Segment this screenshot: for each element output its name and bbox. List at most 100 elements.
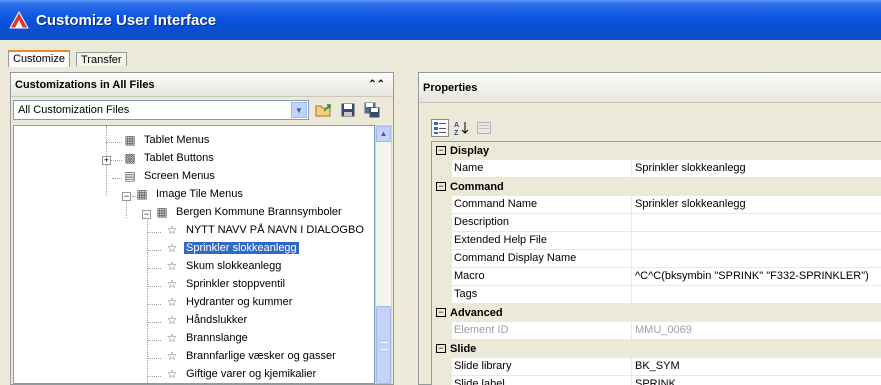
category-display[interactable]: − Display: [432, 142, 881, 160]
property-value[interactable]: Sprinkler slokkeanlegg: [632, 160, 881, 178]
star-icon: ☆: [166, 259, 178, 273]
property-name: Extended Help File: [452, 232, 632, 250]
tree-scrollbar[interactable]: ▲: [375, 125, 392, 384]
property-row-description[interactable]: Description: [432, 214, 881, 232]
property-name: Element ID: [452, 322, 632, 340]
expand-tablet-buttons-icon[interactable]: +: [102, 156, 111, 165]
property-row-name[interactable]: Name Sprinkler slokkeanlegg: [432, 160, 881, 178]
customizations-header-label: Customizations in All Files: [15, 78, 155, 91]
scroll-thumb[interactable]: [376, 306, 391, 384]
property-value[interactable]: [632, 250, 881, 268]
tree-item-image-tile[interactable]: ☆ Håndslukker: [164, 311, 249, 329]
property-row-slide-label[interactable]: Slide label SPRINK: [432, 376, 881, 385]
tree-item-image-tile[interactable]: ☆ Skum slokkeanlegg: [164, 257, 283, 275]
property-value[interactable]: ^C^C(bksymbin "SPRINK" "F332-SPRINKLER"): [632, 268, 881, 286]
property-row-macro[interactable]: Macro ^C^C(bksymbin "SPRINK" "F332-SPRINK…: [432, 268, 881, 286]
property-value[interactable]: [632, 214, 881, 232]
property-name: Slide library: [452, 358, 632, 376]
main-tabs: Customize Transfer: [0, 40, 881, 67]
properties-toolbar: AZ: [431, 117, 493, 139]
tab-customize[interactable]: Customize: [8, 50, 70, 67]
property-row-element-id: Element ID MMU_0069: [432, 322, 881, 340]
property-name: Command Display Name: [452, 250, 632, 268]
collapse-category-icon[interactable]: −: [436, 182, 446, 191]
tree-item-image-tile[interactable]: ☆ Sprinkler slokkeanlegg: [164, 239, 299, 257]
property-value[interactable]: SPRINK: [632, 376, 881, 385]
category-slide[interactable]: − Slide: [432, 340, 881, 358]
svg-text:A: A: [454, 122, 459, 129]
tree-item-image-tile[interactable]: ☆ Brannfarlige væsker og gasser: [164, 347, 338, 365]
collapse-category-icon[interactable]: −: [436, 344, 446, 353]
panel-splitter[interactable]: [398, 72, 414, 385]
property-row-command-name[interactable]: Command Name Sprinkler slokkeanlegg: [432, 196, 881, 214]
category-label: Slide: [450, 343, 477, 355]
customization-tree[interactable]: + − − ▦ Tablet Menus ▩ Tablet Buttons ▤ Scr…: [13, 125, 375, 384]
category-label: Advanced: [450, 307, 503, 319]
customization-files-dropdown[interactable]: All Customization Files ▼: [13, 100, 309, 120]
star-icon: ☆: [166, 241, 178, 255]
star-icon: ☆: [166, 313, 178, 327]
tree-item-bergen-brannsymboler[interactable]: ▦ Bergen Kommune Brannsymboler: [154, 203, 344, 221]
properties-panel: Properties AZ − Display Name Sprinkler sl…: [418, 72, 881, 385]
property-row-slide-library[interactable]: Slide library BK_SYM: [432, 358, 881, 376]
autocad-app-icon: [9, 10, 29, 29]
tree-item-tablet-menus[interactable]: ▦ Tablet Menus: [122, 131, 211, 149]
customizations-panel: Customizations in All Files ⌃⌃ All Custo…: [10, 72, 394, 385]
property-value[interactable]: Sprinkler slokkeanlegg: [632, 196, 881, 214]
tab-transfer[interactable]: Transfer: [76, 52, 127, 66]
tree-item-screen-menus[interactable]: ▤ Screen Menus: [122, 167, 217, 185]
title-bar: Customize User Interface: [0, 0, 881, 40]
property-name: Tags: [452, 286, 632, 304]
tree-item-image-tile[interactable]: ☆ Brannslange: [164, 329, 250, 347]
star-icon: ☆: [166, 295, 178, 309]
property-name: Command Name: [452, 196, 632, 214]
property-name: Description: [452, 214, 632, 232]
tree-item-image-tile[interactable]: ☆ Sprinkler stoppventil: [164, 275, 287, 293]
property-name: Macro: [452, 268, 632, 286]
tree-item-tablet-buttons[interactable]: ▩ Tablet Buttons: [122, 149, 216, 167]
star-icon: ☆: [166, 349, 178, 363]
categorized-icon[interactable]: [431, 119, 449, 137]
category-label: Command: [450, 181, 504, 193]
svg-text:Z: Z: [454, 130, 459, 136]
screen-menu-icon: ▤: [124, 169, 136, 183]
image-tile-icon: ▦: [156, 205, 168, 219]
property-name: Slide label: [452, 376, 632, 385]
property-value[interactable]: BK_SYM: [632, 358, 881, 376]
property-row-extended-help-file[interactable]: Extended Help File: [432, 232, 881, 250]
property-pages-icon[interactable]: [475, 119, 493, 137]
tree-item-image-tile-menus[interactable]: ▦ Image Tile Menus: [134, 185, 245, 203]
star-icon: ☆: [166, 367, 178, 381]
star-icon: ☆: [166, 223, 178, 237]
tree-item-image-tile[interactable]: ☆ Giftige varer og kjemikalier: [164, 365, 318, 383]
property-name: Name: [452, 160, 632, 178]
save-as-icon[interactable]: [363, 101, 381, 119]
customization-files-value: All Customization Files: [18, 104, 130, 116]
collapse-category-icon[interactable]: −: [436, 308, 446, 317]
alphabetical-sort-icon[interactable]: AZ: [453, 119, 471, 137]
collapse-panel-icon[interactable]: ⌃⌃: [368, 79, 385, 90]
property-value[interactable]: [632, 286, 881, 304]
tablet-buttons-icon: ▩: [124, 151, 136, 165]
collapse-bergen-icon[interactable]: −: [142, 210, 151, 219]
category-advanced[interactable]: − Advanced: [432, 304, 881, 322]
tree-item-image-tile[interactable]: ☆ NYTT NAVV PÅ NAVN I DIALOGBO: [164, 221, 366, 239]
chevron-down-icon[interactable]: ▼: [291, 102, 307, 118]
property-value[interactable]: [632, 232, 881, 250]
category-label: Display: [450, 145, 490, 157]
image-tile-icon: ▦: [136, 187, 148, 201]
scroll-grip: [381, 342, 388, 350]
window-title: Customize User Interface: [36, 11, 217, 29]
property-grid[interactable]: − Display Name Sprinkler slokkeanlegg − C…: [431, 141, 881, 385]
property-row-command-display-name[interactable]: Command Display Name: [432, 250, 881, 268]
files-toolbar: All Customization Files ▼: [11, 97, 393, 123]
property-value: MMU_0069: [632, 322, 881, 340]
property-row-tags[interactable]: Tags: [432, 286, 881, 304]
collapse-category-icon[interactable]: −: [436, 146, 446, 155]
category-command[interactable]: − Command: [432, 178, 881, 196]
collapse-image-tile-menus-icon[interactable]: −: [122, 192, 131, 201]
save-icon[interactable]: [339, 101, 357, 119]
tree-item-image-tile[interactable]: ☆ Hydranter og kummer: [164, 293, 294, 311]
open-file-icon[interactable]: [315, 101, 333, 119]
scroll-up-arrow-icon[interactable]: ▲: [376, 126, 391, 142]
